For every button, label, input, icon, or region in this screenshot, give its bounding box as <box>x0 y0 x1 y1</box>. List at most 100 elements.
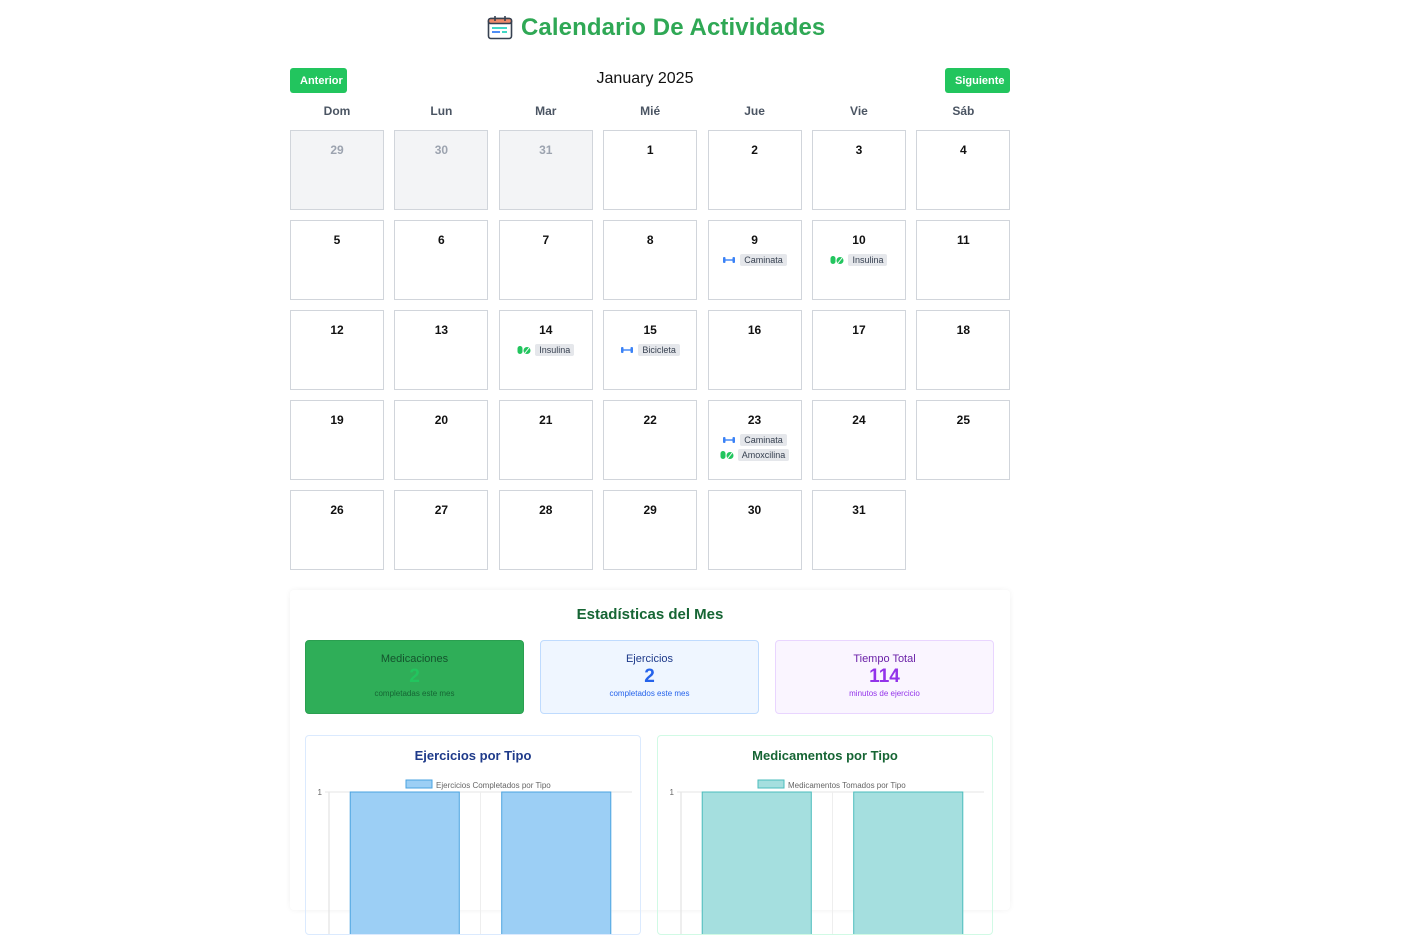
calendar-grid: 29 30 31 1 2 3 4 5 6 7 8 9 Caminata 10 Insulina 11 12 13 1… <box>290 130 1011 570</box>
calendar-day[interactable]: 9 Caminata <box>707 220 802 300</box>
calendar-day[interactable]: 2 <box>707 130 802 210</box>
calendar-day[interactable]: 29 <box>290 130 384 210</box>
calendar-day[interactable]: 26 <box>290 490 384 570</box>
day-number: 25 <box>956 413 971 427</box>
event-label: Amoxcilina <box>737 449 790 461</box>
calendar-day[interactable]: 27 <box>394 490 489 570</box>
day-number: 8 <box>646 233 654 247</box>
calendar-day[interactable]: 6 <box>394 220 489 300</box>
legend-swatch <box>405 779 433 789</box>
day-number: 13 <box>434 323 449 337</box>
calendar-day[interactable]: 11 <box>916 220 1011 300</box>
calendar-day[interactable]: 22 <box>603 400 698 480</box>
chart-title: Medicamentos por Tipo <box>752 748 898 763</box>
calendar-day[interactable]: 23 Caminata Amoxcilina <box>707 400 802 480</box>
calendar-day[interactable]: 1 <box>603 130 698 210</box>
day-number: 29 <box>643 503 657 517</box>
stat-card-title: Medicaciones <box>380 653 449 665</box>
calendar-day[interactable]: 3 <box>811 130 906 210</box>
dumbbell-icon <box>723 437 736 443</box>
weekday-label: Jue <box>744 104 765 118</box>
calendar-day[interactable]: 12 <box>290 310 384 390</box>
day-number: 15 <box>643 323 657 337</box>
calendar-day[interactable]: 24 <box>811 400 906 480</box>
previous-month-button[interactable]: Anterior <box>290 68 347 93</box>
calendar-icon <box>487 16 513 40</box>
medication-event[interactable]: Amoxcilina <box>720 449 790 461</box>
day-number: 28 <box>539 503 553 517</box>
stat-card-subtitle: completadas este mes <box>374 689 455 698</box>
chart-bar[interactable] <box>349 791 460 934</box>
day-number: 16 <box>747 323 762 337</box>
calendar-day[interactable]: 20 <box>394 400 489 480</box>
day-events: Caminata Amoxcilina <box>709 434 801 461</box>
event-label: Caminata <box>740 254 787 266</box>
day-number: 31 <box>852 503 866 517</box>
chart-legend[interactable]: Ejercicios Completados por Tipo <box>405 779 551 790</box>
next-month-button[interactable]: Siguiente <box>945 68 1010 93</box>
exercises-stat-card: Ejercicios 2 completados este mes <box>540 640 759 714</box>
calendar-day[interactable]: 19 <box>290 400 384 480</box>
exercise-event[interactable]: Bicicleta <box>620 344 680 356</box>
stat-card-subtitle: completados este mes <box>609 689 690 698</box>
event-label: Bicicleta <box>638 344 680 356</box>
page-header: Calendario De Actividades <box>487 14 825 42</box>
legend-label: Ejercicios Completados por Tipo <box>436 781 551 790</box>
pill-icon <box>720 451 734 459</box>
day-number: 6 <box>438 233 445 247</box>
stats-title: Estadísticas del Mes <box>576 606 724 623</box>
day-number: 20 <box>434 413 449 427</box>
weekday-label: Mié <box>640 104 661 118</box>
calendar-day[interactable]: 25 <box>916 400 1011 480</box>
calendar-day[interactable]: 16 <box>707 310 802 390</box>
calendar-day[interactable]: 8 <box>603 220 698 300</box>
calendar-day[interactable]: 13 <box>394 310 489 390</box>
calendar-day[interactable]: 31 <box>811 490 906 570</box>
day-number: 27 <box>434 503 449 517</box>
stat-card-value: 114 <box>869 666 900 687</box>
weekday-header: Dom Lun Mar Mié Jue Vie Sáb <box>290 104 1010 118</box>
monthly-stats-panel: Estadísticas del Mes Medicaciones 2 comp… <box>290 590 1010 935</box>
calendar-day[interactable]: 10 Insulina <box>811 220 906 300</box>
calendar-day[interactable]: 30 <box>707 490 802 570</box>
day-number: 5 <box>333 233 341 247</box>
calendar-day[interactable]: 17 <box>811 310 906 390</box>
chart-legend[interactable]: Medicamentos Tomados por Tipo <box>757 779 906 790</box>
day-number: 10 <box>852 233 866 247</box>
calendar-day[interactable]: 31 <box>498 130 593 210</box>
calendar-day[interactable]: 28 <box>498 490 593 570</box>
day-number: 30 <box>747 503 762 517</box>
calendar-day[interactable]: 7 <box>498 220 593 300</box>
exercises-by-type-chart: Ejercicios por Tipo Ejercicios Completad… <box>305 735 641 935</box>
chart-bar[interactable] <box>853 791 964 934</box>
day-number: 26 <box>330 503 344 517</box>
calendar-day[interactable]: 30 <box>394 130 489 210</box>
calendar-day[interactable]: 29 <box>603 490 698 570</box>
chart-bar[interactable] <box>501 791 612 934</box>
calendar-day[interactable]: 14 Insulina <box>498 310 593 390</box>
chart-bar[interactable] <box>701 791 812 934</box>
y-tick-label: 1 <box>318 788 323 797</box>
day-number: 17 <box>852 323 866 337</box>
calendar-day[interactable]: 21 <box>498 400 593 480</box>
y-tick-label: 1 <box>670 788 675 797</box>
legend-label: Medicamentos Tomados por Tipo <box>788 781 906 790</box>
exercise-event[interactable]: Caminata <box>722 254 787 266</box>
day-number: 22 <box>643 413 657 427</box>
calendar-day[interactable]: 5 <box>290 220 384 300</box>
stat-card-value: 2 <box>409 666 420 687</box>
exercise-event[interactable]: Caminata <box>722 434 787 446</box>
calendar-day[interactable]: 18 <box>916 310 1011 390</box>
weekday-label: Mar <box>535 104 557 118</box>
chart-title: Ejercicios por Tipo <box>414 748 532 763</box>
day-events: Caminata <box>709 254 801 266</box>
medication-event[interactable]: Insulina <box>517 344 575 356</box>
medication-event[interactable]: Insulina <box>830 254 888 266</box>
event-label: Insulina <box>535 344 575 356</box>
calendar-day[interactable]: 4 <box>916 130 1011 210</box>
calendar-day[interactable]: 15 Bicicleta <box>603 310 698 390</box>
legend-swatch <box>757 779 785 789</box>
day-number: 23 <box>747 413 762 427</box>
weekday-label: Lun <box>430 104 453 118</box>
day-events: Bicicleta <box>604 344 696 356</box>
